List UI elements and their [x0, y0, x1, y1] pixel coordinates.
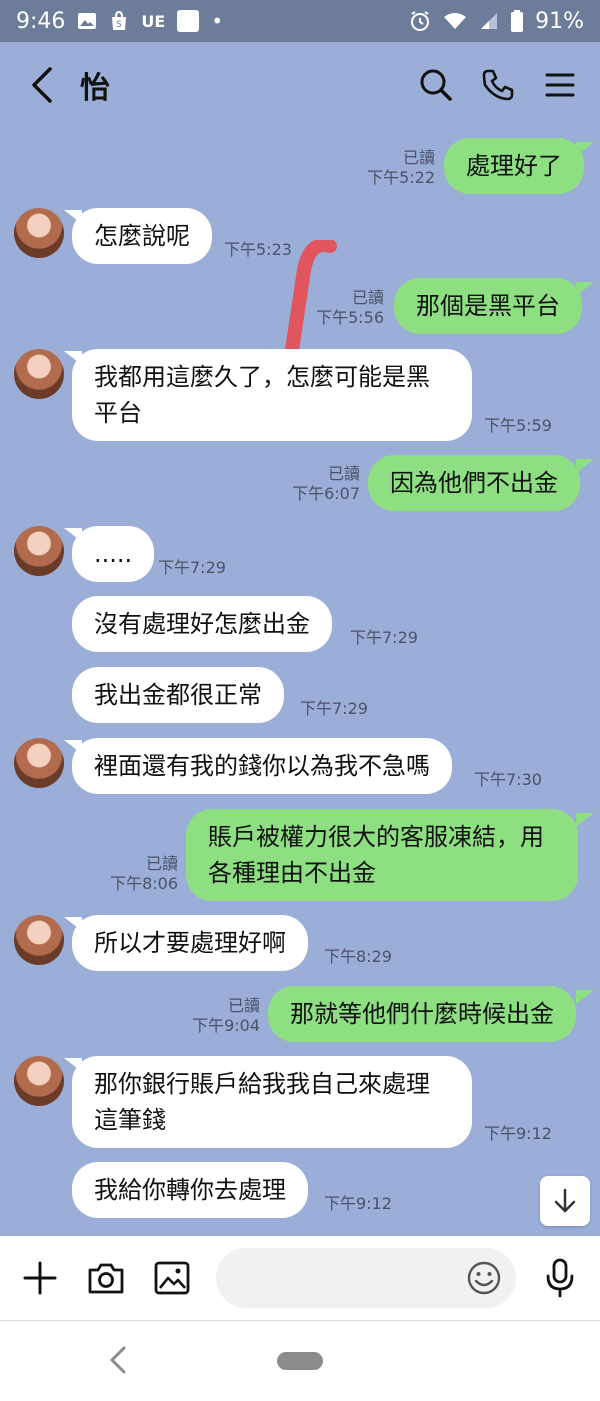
incoming-message[interactable]: 我給你轉你去處理	[72, 1162, 308, 1218]
outgoing-message[interactable]: 因為他們不出金	[368, 455, 580, 511]
outgoing-message[interactable]: 賬戶被權力很大的客服凍結，用各種理由不出金	[186, 809, 578, 901]
status-time: 9:46	[16, 8, 66, 34]
message-time: 下午5:56	[316, 308, 384, 327]
header-actions	[418, 67, 578, 103]
status-bar-left: 9:46 S UE •	[16, 9, 223, 34]
message-text: 因為他們不出金	[390, 469, 558, 497]
chat-area[interactable]: 已讀 下午5:22 處理好了 怎麼說呢 下午5:23 已讀 下午5:56 那個是…	[0, 128, 600, 1236]
incoming-message[interactable]: 裡面還有我的錢你以為我不急嗎	[72, 738, 452, 794]
bubble-tail	[576, 459, 594, 473]
scroll-to-bottom-button[interactable]	[540, 1176, 590, 1226]
message-text: 怎麼說呢	[94, 222, 190, 250]
message-time: 下午9:12	[324, 1194, 392, 1213]
message-time: 下午7:29	[300, 699, 368, 718]
alarm-icon	[409, 10, 431, 32]
battery-icon	[511, 10, 524, 32]
incoming-message[interactable]: 怎麼說呢	[72, 208, 212, 264]
avatar[interactable]	[14, 1056, 64, 1106]
signal-icon	[479, 12, 499, 30]
arrow-down-icon	[554, 1188, 576, 1213]
incoming-message[interactable]: 那你銀行賬戶給我我自己來處理這筆錢	[72, 1056, 472, 1148]
menu-icon[interactable]	[542, 67, 578, 103]
message-time: 下午7:29	[350, 628, 418, 647]
bubble-tail	[576, 813, 594, 827]
gallery-icon[interactable]	[150, 1256, 194, 1300]
read-receipt: 已讀	[227, 996, 260, 1015]
outgoing-message[interactable]: 處理好了	[444, 138, 584, 194]
message-time: 下午9:12	[484, 1124, 552, 1143]
message-meta: 已讀 下午8:06	[100, 854, 178, 894]
back-arrow-icon[interactable]	[22, 65, 62, 105]
camera-icon[interactable]	[84, 1256, 128, 1300]
avatar[interactable]	[14, 208, 64, 258]
wifi-icon	[443, 12, 467, 30]
message-text: 我給你轉你去處理	[94, 1176, 286, 1204]
status-bar-right: 91%	[409, 9, 584, 34]
bubble-tail	[576, 990, 594, 1004]
message-text: 處理好了	[466, 152, 562, 180]
bubble-tail	[576, 282, 594, 296]
message-text: 沒有處理好怎麼出金	[94, 610, 310, 638]
message-text: 我出金都很正常	[94, 681, 262, 709]
message-time: 下午6:07	[292, 484, 360, 503]
chat-header: 怡	[0, 42, 600, 128]
read-receipt: 已讀	[351, 288, 384, 307]
outgoing-message[interactable]: 那就等他們什麼時候出金	[268, 986, 576, 1042]
message-time: 下午7:30	[474, 770, 542, 789]
message-text: 賬戶被權力很大的客服凍結，用各種理由不出金	[208, 823, 544, 887]
message-text: 那就等他們什麼時候出金	[290, 1000, 554, 1028]
message-time: 下午5:22	[367, 168, 435, 187]
image-icon	[77, 12, 97, 30]
emoji-icon[interactable]	[466, 1260, 502, 1296]
message-input-wrapper	[216, 1248, 516, 1308]
avatar[interactable]	[14, 526, 64, 576]
message-meta: 已讀 下午5:22	[360, 148, 435, 188]
message-text: 我都用這麼久了，怎麼可能是黑平台	[94, 363, 430, 427]
read-receipt: 已讀	[145, 854, 178, 873]
dot-icon: •	[211, 9, 224, 33]
message-time: 下午8:29	[324, 947, 392, 966]
message-text: 那你銀行賬戶給我我自己來處理這筆錢	[94, 1070, 430, 1134]
svg-text:S: S	[117, 20, 123, 30]
message-time: 下午8:06	[110, 874, 178, 893]
message-text: .....	[94, 540, 133, 568]
system-navigation-bar	[0, 1320, 600, 1401]
message-text: 那個是黑平台	[416, 292, 560, 320]
message-meta: 已讀 下午5:56	[308, 288, 384, 328]
incoming-message[interactable]: 我都用這麼久了，怎麼可能是黑平台	[72, 349, 472, 441]
nav-back-icon[interactable]	[108, 1345, 138, 1375]
chat-title: 怡	[80, 71, 110, 106]
incoming-message[interactable]: 我出金都很正常	[72, 667, 284, 723]
avatar[interactable]	[14, 915, 64, 965]
avatar[interactable]	[14, 349, 64, 399]
plus-icon[interactable]	[18, 1256, 62, 1300]
message-time: 下午5:23	[224, 240, 292, 259]
message-meta: 已讀 下午6:07	[284, 464, 360, 504]
message-meta: 已讀 下午9:04	[184, 996, 260, 1036]
read-receipt: 已讀	[327, 464, 360, 483]
phone-icon[interactable]	[480, 67, 516, 103]
message-text: 裡面還有我的錢你以為我不急嗎	[94, 752, 430, 780]
incoming-message[interactable]: .....	[72, 526, 155, 582]
microphone-icon[interactable]	[538, 1256, 582, 1300]
status-bar: 9:46 S UE • 91%	[0, 0, 600, 42]
incoming-message[interactable]: 所以才要處理好啊	[72, 915, 308, 971]
read-receipt: 已讀	[402, 148, 435, 167]
shopee-icon: S	[109, 11, 129, 31]
ue-label: UE	[141, 11, 166, 31]
battery-percentage: 91%	[535, 8, 584, 34]
message-time: 下午5:59	[484, 416, 552, 435]
bubble-tail	[576, 142, 594, 156]
app-square-icon	[177, 10, 200, 32]
outgoing-message[interactable]: 那個是黑平台	[394, 278, 582, 334]
input-bar	[0, 1236, 600, 1320]
nav-home-pill[interactable]	[277, 1352, 323, 1370]
avatar[interactable]	[14, 738, 64, 788]
message-time: 下午7:29	[158, 558, 226, 577]
search-icon[interactable]	[418, 67, 454, 103]
message-time: 下午9:04	[192, 1016, 260, 1035]
incoming-message[interactable]: 沒有處理好怎麼出金	[72, 596, 332, 652]
message-text: 所以才要處理好啊	[94, 929, 286, 957]
